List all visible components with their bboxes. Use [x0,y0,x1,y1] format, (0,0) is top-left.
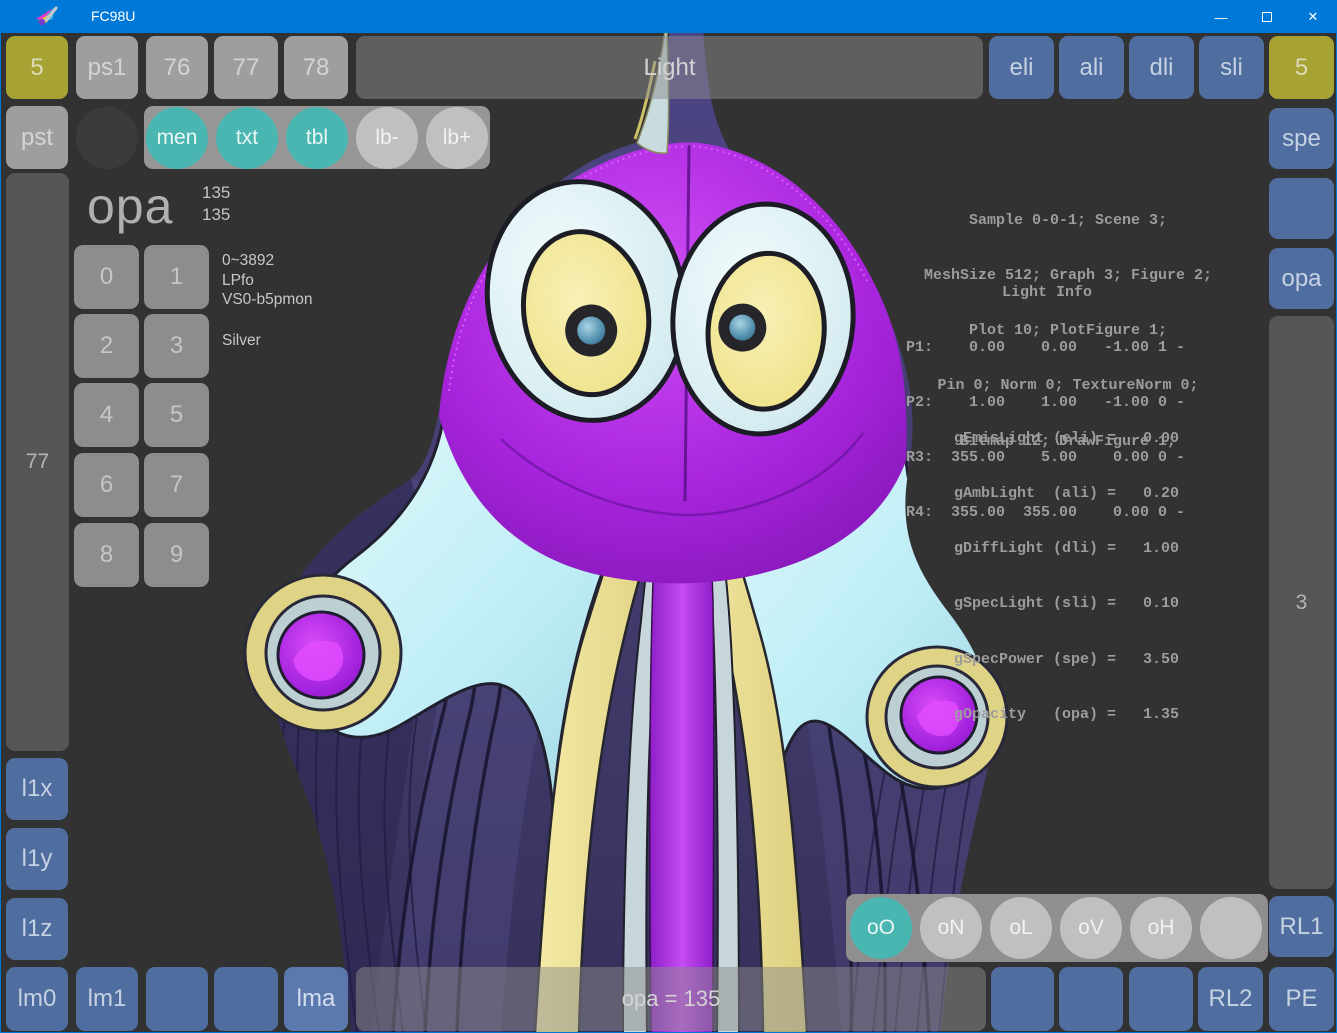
light-param-line: gAmbLight (ali) = 0.20 [954,485,1179,503]
blank-bottom-2[interactable] [214,967,278,1031]
scene-info-line: MeshSize 512; Graph 3; Figure 2; [893,267,1243,285]
l1y-button[interactable]: l1y [6,828,68,890]
dli-button[interactable]: dli [1129,36,1194,99]
blank-bottom-3[interactable] [991,967,1054,1031]
lb-minus-button[interactable]: lb- [356,107,418,169]
blank-bottom-1[interactable] [146,967,208,1031]
app-icon [34,5,60,29]
rl1-button[interactable]: RL1 [1269,896,1334,957]
numpad-1[interactable]: 1 [144,245,209,309]
app-window: FC98U — ✕ 5 ps1 76 77 78 Light eli ali d… [0,0,1337,1033]
material-label: Silver [222,332,261,350]
oN-toggle[interactable]: oN [920,897,982,959]
param-name-label: opa [87,177,173,235]
light-param-line: gDiffLight (dli) = 1.00 [954,540,1179,558]
rl2-button[interactable]: RL2 [1198,967,1263,1031]
maximize-button[interactable] [1244,1,1290,33]
mode-line: LPfo [222,271,312,291]
oV-toggle[interactable]: oV [1060,897,1122,959]
blank-toggle[interactable] [1200,897,1262,959]
light-param-line: gSpecPower (spe) = 3.50 [954,651,1179,669]
range-line: 0~3892 [222,251,312,271]
shader-line: VS0-b5pmon [222,290,312,310]
right-side-panel[interactable]: 3 [1269,316,1334,889]
txt-toggle[interactable]: txt [216,107,278,169]
numpad-0[interactable]: 0 [74,245,139,309]
lma-button[interactable]: lma [284,967,348,1031]
index-left-button[interactable]: 5 [6,36,68,99]
light-info-row: P1: 0.00 0.00 -1.00 1 - [906,339,1185,357]
left-side-panel[interactable]: 77 [6,173,69,751]
title-bar: FC98U — ✕ [1,1,1336,33]
numpad-6[interactable]: 6 [74,453,139,517]
pe-button[interactable]: PE [1269,967,1334,1031]
numpad-4[interactable]: 4 [74,383,139,447]
l1x-button[interactable]: l1x [6,758,68,820]
light-param-line: gEmisLight (eli) = 0.00 [954,430,1179,448]
numpad-5[interactable]: 5 [144,383,209,447]
tbl-toggle[interactable]: tbl [286,107,348,169]
param-value-bottom: 135 [202,204,230,226]
light-param-line: gSpecLight (sli) = 0.10 [954,595,1179,613]
mode-title-bar: Light [356,36,983,99]
output-toggle-group: oO oN oL oV oH [846,894,1268,962]
blank-right-button[interactable] [1269,178,1334,239]
oH-toggle[interactable]: oH [1130,897,1192,959]
numpad-9[interactable]: 9 [144,523,209,587]
close-button[interactable]: ✕ [1290,1,1336,33]
window-title: FC98U [91,8,135,24]
mode-title: Light [643,54,695,82]
l1z-button[interactable]: l1z [6,898,68,960]
blank-bottom-4[interactable] [1059,967,1123,1031]
status-bar: opa = 135 [356,967,986,1031]
numpad-3[interactable]: 3 [144,314,209,378]
lm1-button[interactable]: lm1 [76,967,138,1031]
preset-76-button[interactable]: 76 [146,36,208,99]
figure-shoulder-left [245,575,401,731]
eli-button[interactable]: eli [989,36,1054,99]
numpad-2[interactable]: 2 [74,314,139,378]
ali-button[interactable]: ali [1059,36,1124,99]
range-info: 0~3892 LPfo VS0-b5pmon [222,251,312,310]
minimize-button[interactable]: — [1198,1,1244,33]
spe-button[interactable]: spe [1269,108,1334,169]
blank-bottom-5[interactable] [1129,967,1193,1031]
light-param-line: gOpacity (opa) = 1.35 [954,706,1179,724]
scene-info-line: Sample 0-0-1; Scene 3; [893,212,1243,230]
opa-button[interactable]: opa [1269,248,1334,309]
men-toggle[interactable]: men [146,107,208,169]
numpad-8[interactable]: 8 [74,523,139,587]
light-params-block: gEmisLight (eli) = 0.00 gAmbLight (ali) … [954,393,1179,761]
right-side-value: 3 [1296,591,1308,615]
index-right-button[interactable]: 5 [1269,36,1334,99]
preset-78-button[interactable]: 78 [284,36,348,99]
light-info-title: Light Info [906,284,1188,302]
lb-plus-button[interactable]: lb+ [426,107,488,169]
param-values: 135 135 [202,182,230,226]
ps1-button[interactable]: ps1 [76,36,138,99]
param-value-top: 135 [202,182,230,204]
oL-toggle[interactable]: oL [990,897,1052,959]
numpad-7[interactable]: 7 [144,453,209,517]
oO-toggle[interactable]: oO [850,897,912,959]
display-toggle-group: men txt tbl lb- lb+ [144,106,490,169]
preset-77-button[interactable]: 77 [214,36,278,99]
pst-button[interactable]: pst [6,106,68,169]
sli-button[interactable]: sli [1199,36,1264,99]
status-text: opa = 135 [622,986,720,1012]
blank-circle-button[interactable] [76,107,138,169]
left-side-value: 77 [26,450,49,474]
lm0-button[interactable]: lm0 [6,967,68,1031]
